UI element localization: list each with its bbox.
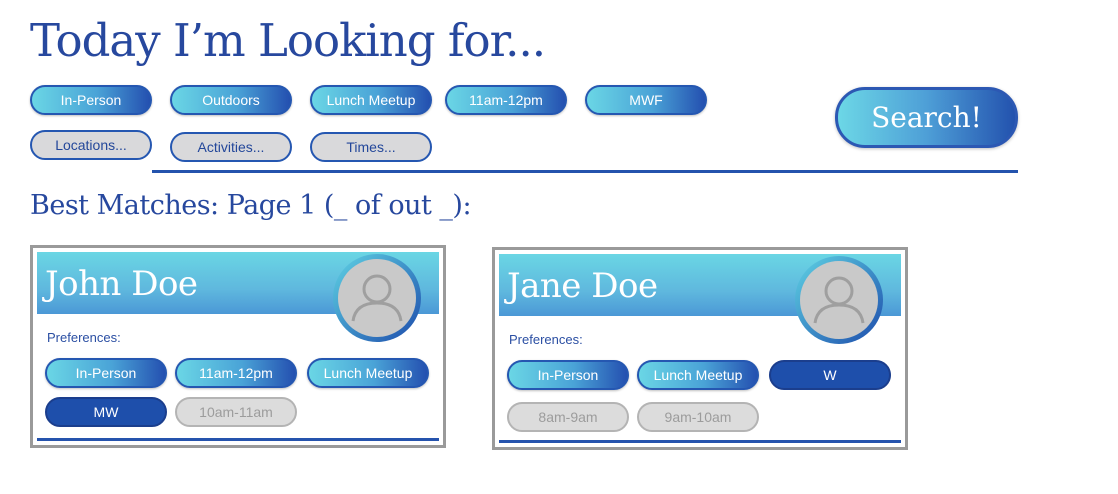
tag-in-person: In-Person [45, 358, 167, 388]
card-body: John Doe Preferences: In-Person 11am-12p… [37, 252, 439, 441]
activities-dropdown[interactable]: Activities... [170, 132, 292, 162]
tag-lunch-meetup: Lunch Meetup [307, 358, 429, 388]
divider [152, 170, 1018, 173]
preferences-label: Preferences: [509, 332, 583, 347]
match-name: John Doe [45, 264, 198, 304]
tag-days: MW [45, 397, 167, 427]
search-button[interactable]: Search! [835, 87, 1018, 148]
filter-chip-outdoors[interactable]: Outdoors [170, 85, 292, 115]
locations-dropdown[interactable]: Locations... [30, 130, 152, 160]
user-placeholder-icon [800, 261, 878, 339]
tag-days: W [769, 360, 891, 390]
tag-time-alt: 10am-11am [175, 397, 297, 427]
tag-time: 11am-12pm [175, 358, 297, 388]
avatar [795, 256, 883, 344]
filter-chip-lunch-meetup[interactable]: Lunch Meetup [310, 85, 432, 115]
tag-lunch-meetup: Lunch Meetup [637, 360, 759, 390]
preferences-label: Preferences: [47, 330, 121, 345]
times-dropdown[interactable]: Times... [310, 132, 432, 162]
matches-heading: Best Matches: Page 1 (_ of out _): [30, 190, 472, 221]
filter-chip-days[interactable]: MWF [585, 85, 707, 115]
card-body: Jane Doe Preferences: In-Person Lunch Me… [499, 254, 901, 443]
filter-chip-time[interactable]: 11am-12pm [445, 85, 567, 115]
tag-time-alt: 9am-10am [637, 402, 759, 432]
match-card-jane-doe[interactable]: Jane Doe Preferences: In-Person Lunch Me… [492, 247, 908, 450]
match-name: Jane Doe [507, 266, 658, 306]
page-title: Today I’m Looking for... [30, 14, 546, 67]
avatar [333, 254, 421, 342]
tag-in-person: In-Person [507, 360, 629, 390]
filter-chip-in-person[interactable]: In-Person [30, 85, 152, 115]
match-card-john-doe[interactable]: John Doe Preferences: In-Person 11am-12p… [30, 245, 446, 448]
user-placeholder-icon [338, 259, 416, 337]
tag-time: 8am-9am [507, 402, 629, 432]
